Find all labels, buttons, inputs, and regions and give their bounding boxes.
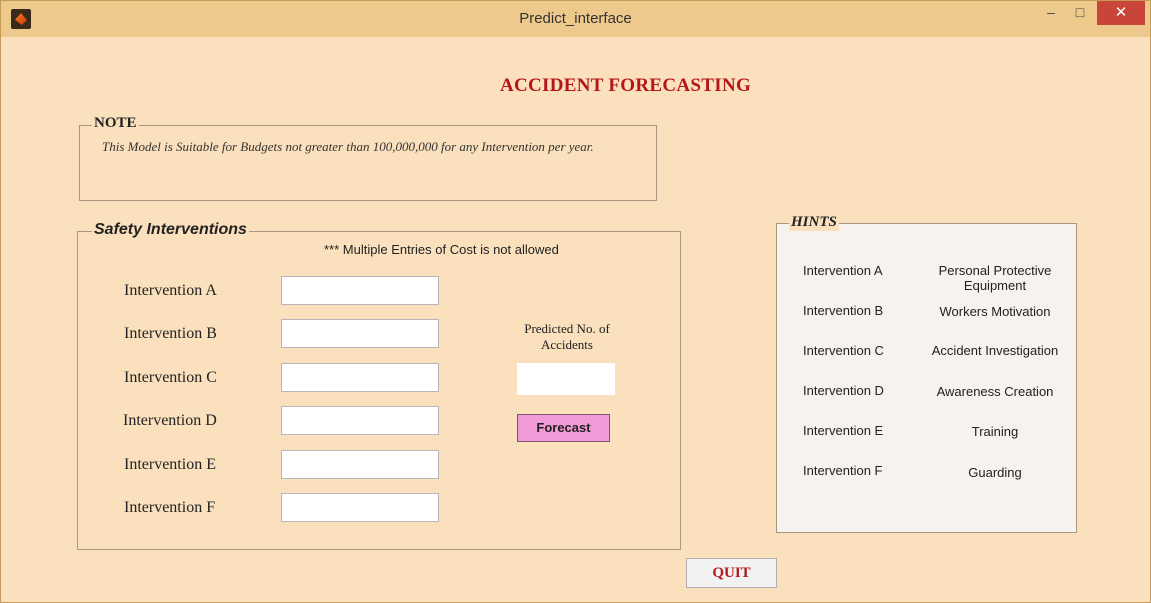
minimize-button[interactable]: –	[1036, 1, 1066, 25]
intervention-f-label: Intervention F	[124, 499, 216, 516]
intervention-e-input[interactable]	[281, 450, 439, 479]
predicted-accidents-output[interactable]	[517, 363, 615, 395]
intervention-c-input[interactable]	[281, 363, 439, 392]
intervention-d-input[interactable]	[281, 406, 439, 435]
title-bar[interactable]: Predict_interface – □ ✕	[1, 1, 1150, 37]
intervention-a-label: Intervention A	[124, 282, 217, 299]
hint-description-a-line2: Equipment	[963, 278, 1027, 293]
hint-intervention-c: Intervention C	[803, 343, 884, 358]
intervention-a-input[interactable]	[281, 276, 439, 305]
intervention-d-label: Intervention D	[123, 412, 217, 429]
hint-intervention-e: Intervention E	[803, 423, 884, 438]
intervention-f-input[interactable]	[281, 493, 439, 522]
hint-intervention-f: Intervention F	[803, 463, 883, 478]
quit-button[interactable]: QUIT	[686, 558, 777, 588]
hint-description-a: Personal Protective Equipment	[917, 263, 1073, 293]
hint-description-a-line1: Personal Protective	[938, 263, 1052, 278]
app-window: Predict_interface – □ ✕ ACCIDENT FORECAS…	[0, 0, 1151, 603]
close-button[interactable]: ✕	[1097, 1, 1145, 25]
hint-description-b: Workers Motivation	[939, 304, 1051, 319]
predicted-label-line2: Accidents	[541, 337, 593, 352]
safety-interventions-panel: Safety Interventions *** Multiple Entrie…	[77, 221, 681, 550]
window-title: Predict_interface	[519, 10, 632, 27]
hint-description-d: Awareness Creation	[936, 384, 1054, 399]
hint-intervention-d: Intervention D	[803, 383, 884, 398]
note-label: NOTE	[92, 115, 139, 132]
maximize-button[interactable]: □	[1065, 1, 1095, 25]
hints-label: HINTS	[789, 214, 839, 231]
intervention-e-label: Intervention E	[124, 456, 216, 473]
note-panel: NOTE This Model is Suitable for Budgets …	[79, 115, 657, 201]
intervention-b-label: Intervention B	[124, 325, 217, 342]
page-title: ACCIDENT FORECASTING	[499, 75, 752, 96]
intervention-b-input[interactable]	[281, 319, 439, 348]
predicted-accidents-label: Predicted No. of Accidents	[492, 321, 642, 353]
safety-interventions-label: Safety Interventions	[92, 221, 249, 239]
hint-description-f: Guarding	[968, 465, 1022, 480]
hint-intervention-b: Intervention B	[803, 303, 884, 318]
hint-intervention-a: Intervention A	[803, 263, 883, 278]
multiple-entries-note: *** Multiple Entries of Cost is not allo…	[324, 242, 559, 257]
forecast-button[interactable]: Forecast	[517, 414, 610, 442]
hints-panel: HINTS Intervention A Personal Protective…	[776, 214, 1077, 533]
note-text: This Model is Suitable for Budgets not g…	[102, 139, 594, 154]
hint-description-c: Accident Investigation	[931, 343, 1059, 358]
intervention-c-label: Intervention C	[124, 369, 217, 386]
predicted-label-line1: Predicted No. of	[524, 321, 610, 336]
hint-description-e: Training	[971, 424, 1019, 439]
